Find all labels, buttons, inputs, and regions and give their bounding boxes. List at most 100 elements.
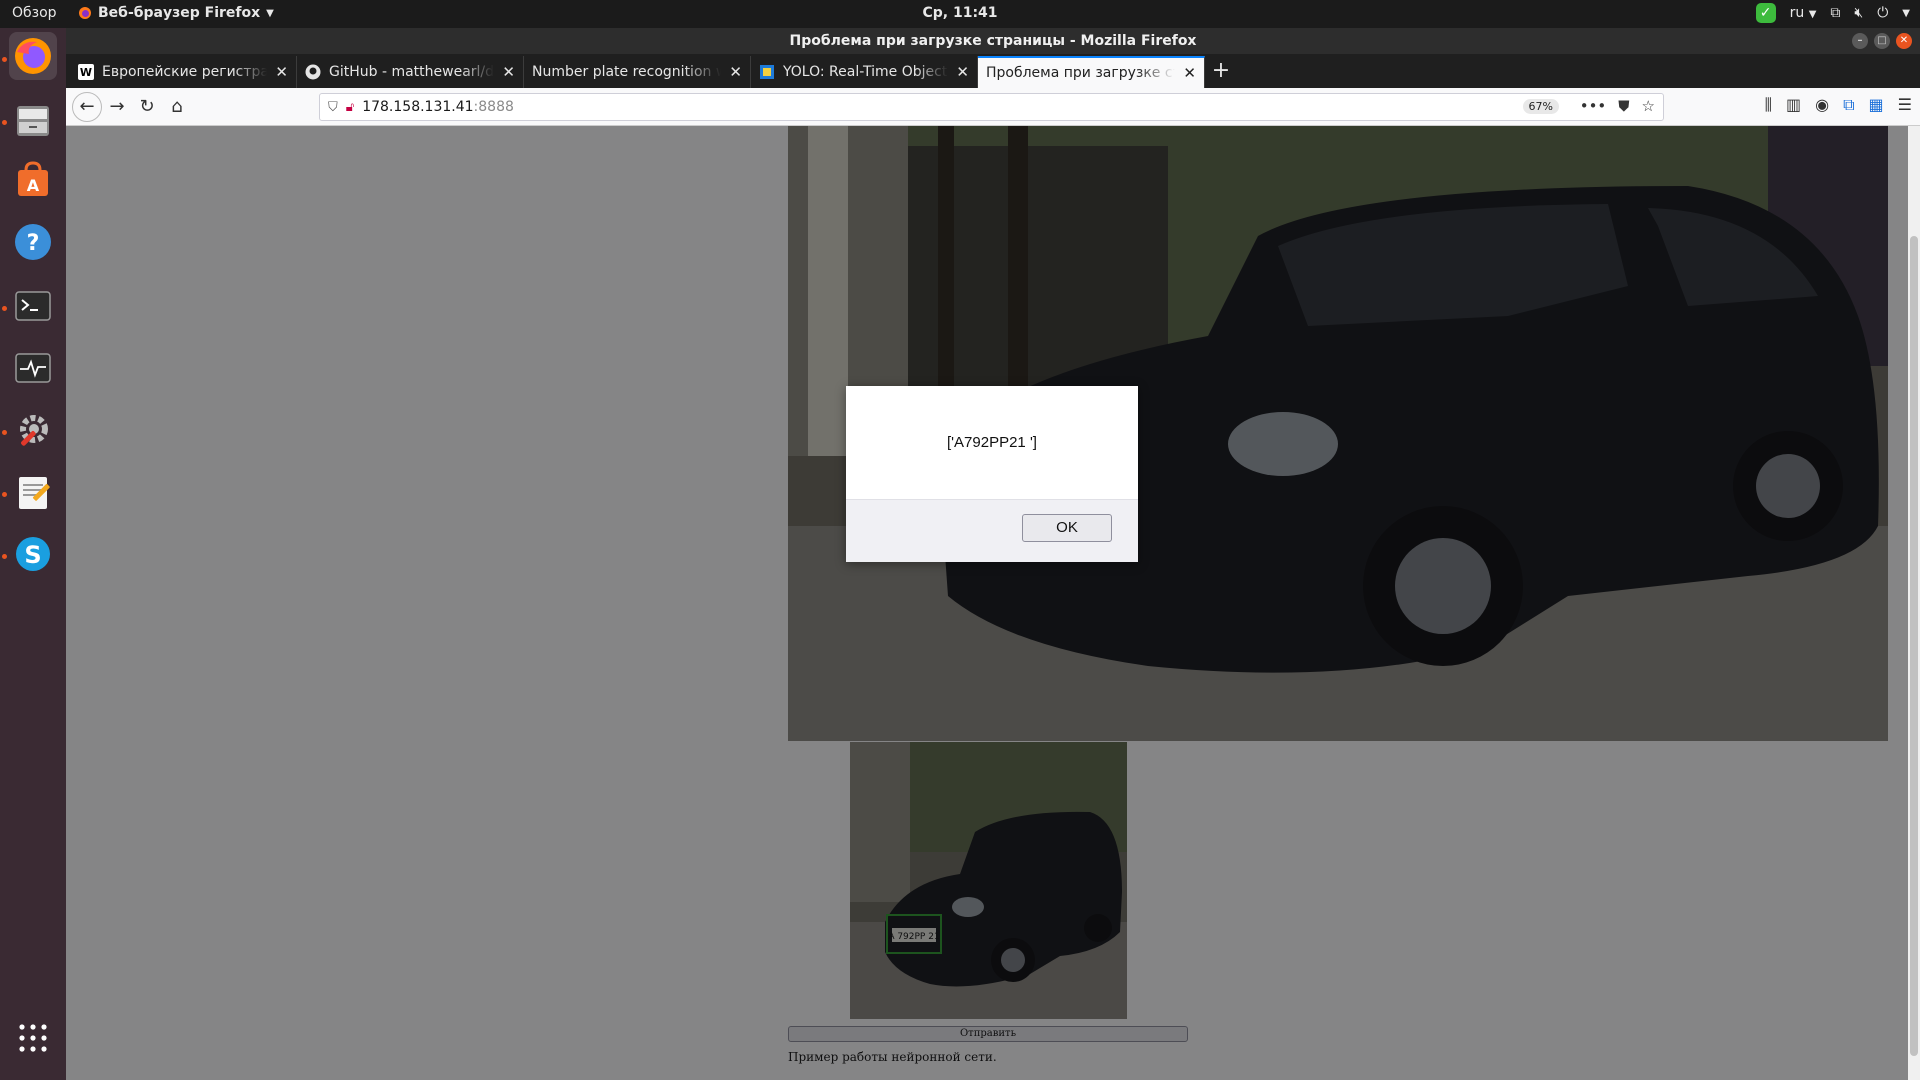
skype-icon: S (16, 537, 50, 571)
window-title: Проблема при загрузке страницы - Mozilla… (789, 33, 1197, 49)
close-button[interactable]: ✕ (1896, 33, 1912, 49)
dock-skype[interactable]: S (9, 530, 57, 578)
tab-yolo[interactable]: YOLO: Real-Time Object ✕ (751, 56, 978, 88)
extensions-icon[interactable]: ▦ (1869, 95, 1884, 115)
scrollbar-thumb[interactable] (1910, 236, 1918, 1056)
dock-help[interactable]: ? (9, 218, 57, 266)
back-button[interactable]: ← (72, 91, 102, 122)
system-monitor-icon (15, 353, 51, 383)
close-tab-icon[interactable]: ✕ (1183, 64, 1196, 82)
translate-extension-icon[interactable]: ⧉ (1843, 95, 1854, 115)
file-cabinet-icon (17, 106, 49, 136)
close-tab-icon[interactable]: ✕ (275, 63, 288, 81)
dock-system-monitor[interactable] (9, 344, 57, 392)
network-icon[interactable]: ⧉ (1830, 5, 1840, 21)
shield-icon[interactable]: ⛉ (328, 100, 338, 115)
account-icon[interactable]: ◉ (1815, 95, 1829, 115)
navigation-toolbar: ← → ↻ ⌂ ⛉ 🔓︎ 178.158.131.41:8888 67% •••… (66, 88, 1920, 126)
url-action-icons: ••• ⛊ ☆ (1580, 97, 1655, 115)
tab-number-plate-recognition[interactable]: Number plate recognition w ✕ (524, 56, 751, 88)
clock[interactable]: Ср, 11:41 (0, 5, 1920, 21)
yolo-icon (759, 64, 775, 80)
show-applications-button[interactable] (9, 1014, 57, 1062)
running-indicator (2, 554, 7, 559)
home-button[interactable]: ⌂ (162, 92, 192, 122)
dock-firefox[interactable] (9, 32, 57, 80)
zoom-indicator[interactable]: 67% (1522, 99, 1559, 114)
volume-icon[interactable]: 🔇︎ (1854, 5, 1863, 21)
help-icon: ? (15, 224, 51, 260)
chevron-down-icon: ▼ (1808, 9, 1817, 20)
tab-label: Европейские регистрац (102, 64, 268, 80)
system-tray: ✓ ru ▼ ⧉ 🔇︎ ⏻ ▼ (1755, 3, 1910, 23)
system-top-bar: Обзор Веб-браузер Firefox ▼ Ср, 11:41 ✓ … (0, 0, 1920, 28)
update-check-icon[interactable]: ✓ (1755, 3, 1776, 23)
power-icon[interactable]: ⏻ (1877, 5, 1888, 21)
pocket-icon[interactable]: ⛊ (1618, 97, 1629, 115)
chevron-down-icon[interactable]: ▼ (1902, 8, 1910, 19)
dock: A ? S (0, 28, 66, 1080)
library-icon[interactable]: ⫼ (1765, 95, 1772, 115)
url-text: 178.158.131.41:8888 (362, 99, 514, 115)
page-content: A 792PP 21 Отправить Пример работы нейро… (66, 126, 1920, 1080)
tab-european-plates[interactable]: W Европейские регистрац ✕ (70, 56, 297, 88)
activities-button[interactable]: Обзор (12, 5, 57, 21)
alert-message: ['A792PP21 '] (947, 434, 1037, 451)
alert-footer: OK (846, 499, 1138, 562)
tab-label: GitHub - matthewearl/de (329, 64, 495, 80)
tab-strip: W Европейские регистрац ✕ GitHub - matth… (66, 54, 1920, 88)
alert-dialog: ['A792PP21 '] OK (846, 386, 1138, 562)
minimize-button[interactable]: – (1852, 33, 1868, 49)
tab-label: YOLO: Real-Time Object (783, 64, 948, 80)
svg-text:A: A (27, 176, 40, 195)
firefox-icon (15, 38, 51, 74)
hamburger-menu-icon[interactable]: ☰ (1898, 95, 1912, 115)
app-menu[interactable]: Веб-браузер Firefox ▼ (78, 5, 274, 21)
address-bar[interactable]: ⛉ 🔓︎ 178.158.131.41:8888 67% ••• ⛊ ☆ (319, 93, 1664, 121)
window-titlebar[interactable]: Проблема при загрузке страницы - Mozilla… (66, 28, 1920, 54)
firefox-window: Проблема при загрузке страницы - Mozilla… (66, 28, 1920, 1080)
bookmark-star-icon[interactable]: ☆ (1642, 97, 1655, 115)
tab-label: Проблема при загрузке стр (986, 65, 1176, 81)
forward-button[interactable]: → (102, 92, 132, 122)
tab-label: Number plate recognition w (532, 64, 722, 80)
toolbar-right: ⫼ ▥ ◉ ⧉ ▦ ☰ (1765, 95, 1912, 115)
app-menu-label: Веб-браузер Firefox (98, 5, 261, 21)
sidebar-icon[interactable]: ▥ (1786, 95, 1801, 115)
dock-text-editor[interactable] (9, 468, 57, 516)
language-indicator[interactable]: ru ▼ (1790, 5, 1817, 21)
terminal-icon (15, 291, 51, 321)
ok-button[interactable]: OK (1022, 514, 1112, 542)
url-port: :8888 (473, 99, 514, 115)
svg-text:S: S (24, 541, 41, 569)
language-label: ru (1789, 5, 1805, 21)
tab-github[interactable]: GitHub - matthewearl/de ✕ (297, 56, 524, 88)
running-indicator (2, 306, 7, 311)
github-icon (305, 64, 321, 80)
tab-page-load-problem[interactable]: Проблема при загрузке стр ✕ (978, 56, 1205, 88)
dock-files[interactable] (9, 96, 57, 144)
wikipedia-icon: W (78, 64, 94, 80)
insecure-lock-icon[interactable]: 🔓︎ (346, 100, 354, 115)
page-actions-icon[interactable]: ••• (1580, 97, 1607, 115)
close-tab-icon[interactable]: ✕ (502, 63, 515, 81)
modal-overlay (66, 126, 1908, 1080)
url-host: 178.158.131.41 (362, 99, 474, 115)
running-indicator (2, 430, 7, 435)
window-controls: – □ ✕ (1852, 33, 1912, 49)
running-indicator (2, 492, 7, 497)
settings-tools-icon (20, 415, 48, 446)
close-tab-icon[interactable]: ✕ (956, 63, 969, 81)
dock-software[interactable]: A (9, 156, 57, 204)
maximize-button[interactable]: □ (1874, 33, 1890, 49)
running-indicator (2, 120, 7, 125)
dock-settings[interactable] (9, 406, 57, 454)
firefox-icon (79, 7, 91, 19)
close-tab-icon[interactable]: ✕ (729, 63, 742, 81)
reload-button[interactable]: ↻ (132, 92, 162, 122)
dock-terminal[interactable] (9, 282, 57, 330)
running-indicator (2, 57, 7, 62)
scrollbar[interactable] (1908, 126, 1920, 1080)
new-tab-button[interactable]: + (1205, 56, 1237, 88)
software-bag-icon: A (18, 161, 48, 196)
